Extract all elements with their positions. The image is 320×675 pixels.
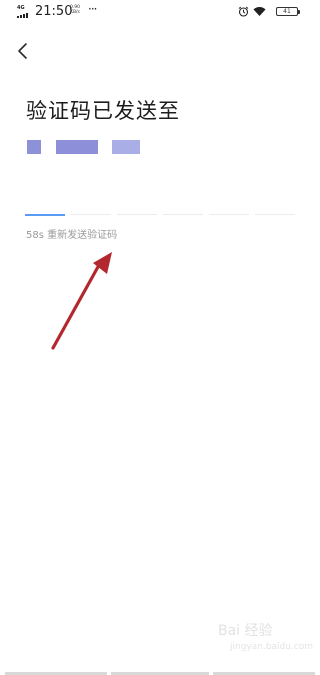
masked-phone-segment — [56, 140, 98, 154]
code-slot[interactable] — [25, 214, 65, 216]
battery-level: 41 — [283, 8, 291, 15]
code-slot[interactable] — [163, 214, 203, 215]
status-icons: 41 — [238, 6, 304, 18]
watermark-url: jingyan.baidu.com — [230, 642, 314, 652]
verification-code-input[interactable] — [25, 214, 297, 218]
status-bar: 4G 21:50 0.90 KB/s ··· 41 — [0, 0, 320, 26]
masked-phone-segment — [112, 140, 140, 154]
chevron-left-icon — [18, 43, 27, 59]
masked-phone-segment — [27, 140, 41, 154]
signal-icon: 4G — [17, 5, 31, 19]
network-speed: 0.90 KB/s — [70, 5, 81, 15]
wifi-icon — [253, 7, 266, 16]
code-slot[interactable] — [209, 214, 249, 215]
watermark-text: Bai 经验 — [218, 623, 273, 639]
baidu-watermark: Bai 经验 jingyan.baidu.com — [200, 617, 313, 659]
code-slot[interactable] — [117, 214, 157, 215]
alarm-icon — [238, 6, 249, 17]
code-slot[interactable] — [71, 214, 111, 215]
page-title: 验证码已发送至 — [26, 99, 180, 123]
more-notifications-icon: ··· — [88, 2, 98, 16]
network-type-label: 4G — [17, 5, 25, 11]
verification-screen: 4G 21:50 0.90 KB/s ··· 41 验证码已发送至 58s 重新… — [0, 0, 320, 675]
battery-icon: 41 — [276, 7, 298, 16]
resend-countdown: 58s 重新发送验证码 — [26, 230, 118, 241]
code-slot[interactable] — [255, 214, 295, 215]
back-button[interactable] — [10, 38, 36, 64]
status-time: 21:50 — [35, 4, 73, 19]
